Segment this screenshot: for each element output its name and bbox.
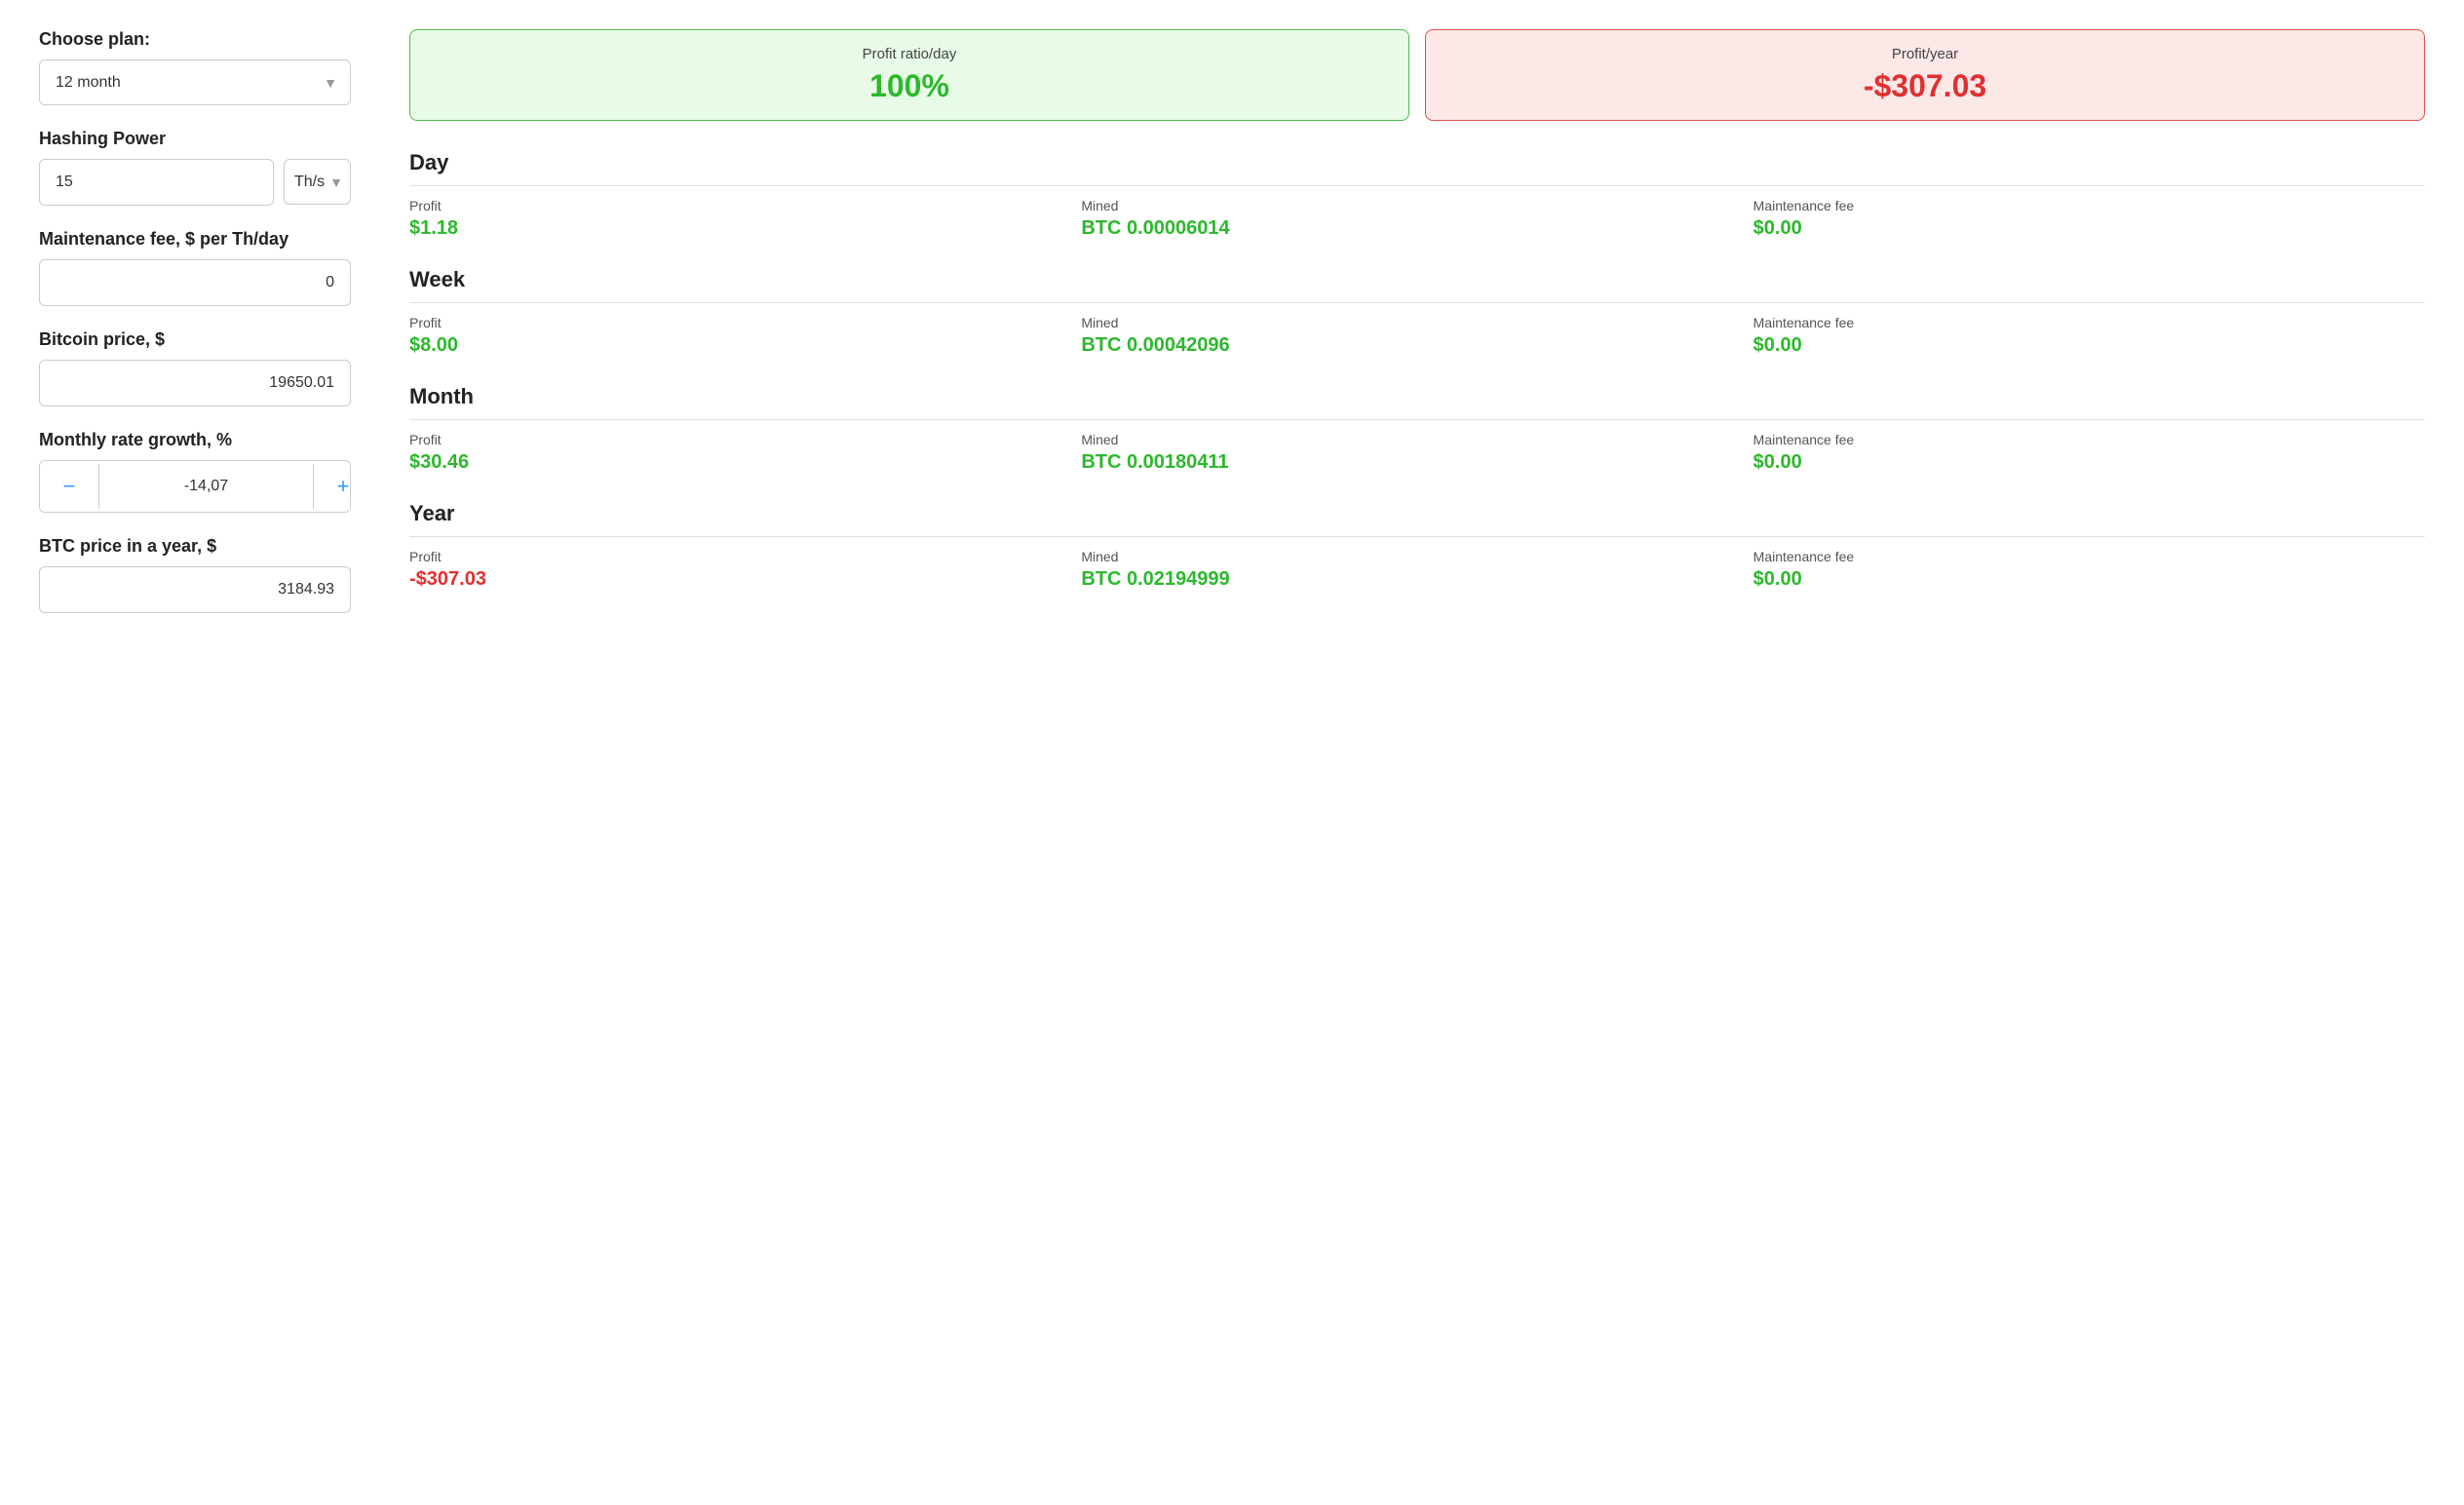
metric-fee-week: Maintenance fee $0.00	[1753, 315, 2425, 357]
metrics-row-year: Profit -$307.03 Mined BTC 0.02194999 Mai…	[409, 549, 2425, 591]
metric-fee-day: Maintenance fee $0.00	[1753, 198, 2425, 240]
hashing-power-row: Th/s Gh/s Mh/s ▼	[39, 159, 351, 206]
profit-label: Profit	[409, 549, 1081, 564]
period-title-month: Month	[409, 384, 2425, 420]
period-section-day: Day Profit $1.18 Mined BTC 0.00006014 Ma…	[409, 150, 2425, 240]
monthly-rate-label: Monthly rate growth, %	[39, 430, 351, 450]
fee-label: Maintenance fee	[1753, 198, 2425, 213]
right-panel: Profit ratio/day 100% Profit/year -$307.…	[409, 29, 2425, 618]
bitcoin-price-input[interactable]	[39, 360, 351, 406]
profit-label: Profit	[409, 315, 1081, 330]
metric-mined-year: Mined BTC 0.02194999	[1081, 549, 1752, 591]
fee-value: $0.00	[1753, 451, 2425, 474]
profit-value: -$307.03	[409, 568, 1081, 591]
mined-value: BTC 0.00006014	[1081, 217, 1752, 240]
mined-label: Mined	[1081, 432, 1752, 447]
periods-container: Day Profit $1.18 Mined BTC 0.00006014 Ma…	[409, 150, 2425, 591]
btc-price-year-label: BTC price in a year, $	[39, 536, 351, 557]
fee-value: $0.00	[1753, 217, 2425, 240]
period-section-month: Month Profit $30.46 Mined BTC 0.00180411…	[409, 384, 2425, 474]
fee-label: Maintenance fee	[1753, 549, 2425, 564]
metric-profit-month: Profit $30.46	[409, 432, 1081, 474]
metric-mined-month: Mined BTC 0.00180411	[1081, 432, 1752, 474]
metric-profit-year: Profit -$307.03	[409, 549, 1081, 591]
bitcoin-price-label: Bitcoin price, $	[39, 329, 351, 350]
period-title-day: Day	[409, 150, 2425, 186]
profit-ratio-card-value: 100%	[430, 68, 1389, 104]
profit-ratio-card-label: Profit ratio/day	[430, 46, 1389, 62]
monthly-rate-increase-button[interactable]: +	[314, 461, 351, 512]
profit-label: Profit	[409, 198, 1081, 213]
monthly-rate-decrease-button[interactable]: −	[40, 461, 98, 512]
mined-label: Mined	[1081, 198, 1752, 213]
metrics-row-week: Profit $8.00 Mined BTC 0.00042096 Mainte…	[409, 315, 2425, 357]
period-title-week: Week	[409, 267, 2425, 303]
metric-profit-week: Profit $8.00	[409, 315, 1081, 357]
maintenance-fee-input[interactable]	[39, 259, 351, 306]
metric-fee-year: Maintenance fee $0.00	[1753, 549, 2425, 591]
hashing-power-label: Hashing Power	[39, 129, 351, 149]
hashing-unit-wrapper: Th/s Gh/s Mh/s ▼	[284, 159, 351, 206]
mined-label: Mined	[1081, 315, 1752, 330]
maintenance-fee-label: Maintenance fee, $ per Th/day	[39, 229, 351, 250]
metric-mined-day: Mined BTC 0.00006014	[1081, 198, 1752, 240]
choose-plan-label: Choose plan:	[39, 29, 351, 50]
period-section-week: Week Profit $8.00 Mined BTC 0.00042096 M…	[409, 267, 2425, 357]
profit-value: $8.00	[409, 334, 1081, 357]
metrics-row-month: Profit $30.46 Mined BTC 0.00180411 Maint…	[409, 432, 2425, 474]
fee-label: Maintenance fee	[1753, 432, 2425, 447]
metric-mined-week: Mined BTC 0.00042096	[1081, 315, 1752, 357]
metric-fee-month: Maintenance fee $0.00	[1753, 432, 2425, 474]
fee-value: $0.00	[1753, 334, 2425, 357]
mined-value: BTC 0.00180411	[1081, 451, 1752, 474]
mined-label: Mined	[1081, 549, 1752, 564]
btc-price-year-input[interactable]	[39, 566, 351, 613]
fee-value: $0.00	[1753, 568, 2425, 591]
left-panel: Choose plan: 12 month 6 month 3 month 1 …	[39, 29, 351, 637]
profit-year-card: Profit/year -$307.03	[1425, 29, 2425, 121]
period-section-year: Year Profit -$307.03 Mined BTC 0.0219499…	[409, 501, 2425, 591]
hashing-power-input[interactable]	[39, 159, 274, 206]
profit-label: Profit	[409, 432, 1081, 447]
plan-select-wrapper: 12 month 6 month 3 month 1 month ▼	[39, 59, 351, 105]
mined-value: BTC 0.00042096	[1081, 334, 1752, 357]
monthly-rate-input[interactable]	[98, 464, 314, 509]
profit-value: $30.46	[409, 451, 1081, 474]
plan-select[interactable]: 12 month 6 month 3 month 1 month	[39, 59, 351, 105]
profit-year-card-label: Profit/year	[1445, 46, 2405, 62]
fee-label: Maintenance fee	[1753, 315, 2425, 330]
profit-ratio-card: Profit ratio/day 100%	[409, 29, 1409, 121]
hashing-unit-select[interactable]: Th/s Gh/s Mh/s	[284, 159, 351, 205]
profit-year-card-value: -$307.03	[1445, 68, 2405, 104]
period-title-year: Year	[409, 501, 2425, 537]
metrics-row-day: Profit $1.18 Mined BTC 0.00006014 Mainte…	[409, 198, 2425, 240]
mined-value: BTC 0.02194999	[1081, 568, 1752, 591]
metric-profit-day: Profit $1.18	[409, 198, 1081, 240]
monthly-rate-stepper: − +	[39, 460, 351, 513]
profit-value: $1.18	[409, 217, 1081, 240]
summary-cards: Profit ratio/day 100% Profit/year -$307.…	[409, 29, 2425, 121]
